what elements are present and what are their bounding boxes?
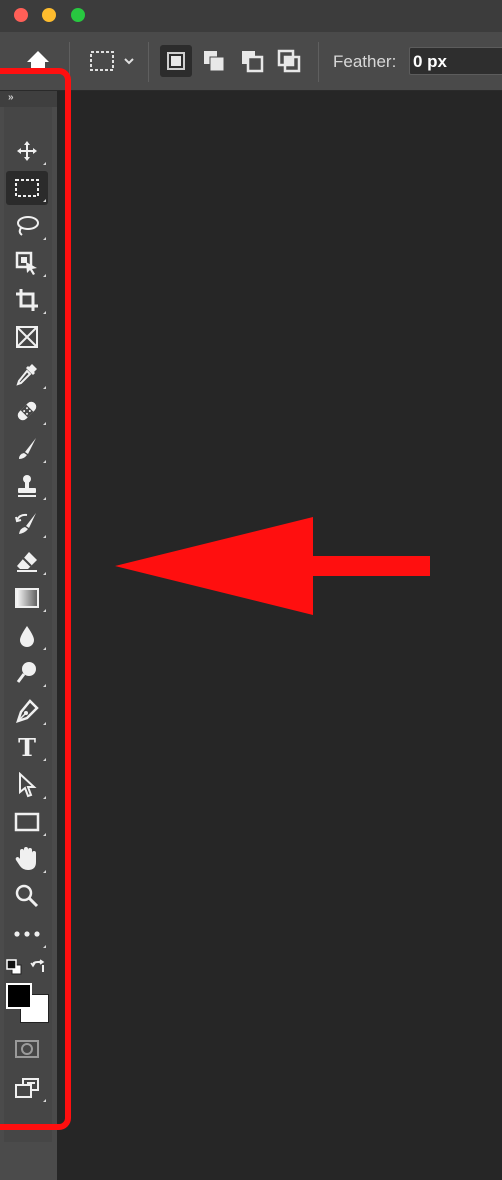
- annotation-arrow-icon: [115, 517, 430, 615]
- options-separator: [148, 42, 149, 82]
- feather-label: Feather:: [333, 52, 397, 71]
- options-separator: [318, 42, 319, 82]
- feather-input[interactable]: 0 px: [409, 47, 502, 75]
- tool-preset-picker[interactable]: [86, 45, 138, 77]
- add-to-selection-button[interactable]: [198, 45, 230, 77]
- rect-marquee-icon: [90, 51, 134, 71]
- annotation-highlight-box: [0, 68, 71, 1130]
- subtract-from-selection-button[interactable]: [236, 45, 268, 77]
- intersect-with-selection-button[interactable]: [273, 45, 305, 77]
- close-window-button[interactable]: [14, 8, 28, 22]
- window-titlebar: [0, 0, 502, 32]
- intersect-with-selection-icon: [277, 49, 301, 73]
- options-bar: Feather: 0 px: [0, 32, 502, 91]
- new-selection-icon: [167, 52, 185, 70]
- minimize-window-button[interactable]: [42, 8, 56, 22]
- document-canvas-area[interactable]: [57, 91, 502, 1180]
- zoom-window-button[interactable]: [71, 8, 85, 22]
- add-to-selection-icon: [204, 51, 225, 72]
- subtract-from-selection-icon: [242, 51, 264, 73]
- new-selection-button[interactable]: [160, 45, 192, 77]
